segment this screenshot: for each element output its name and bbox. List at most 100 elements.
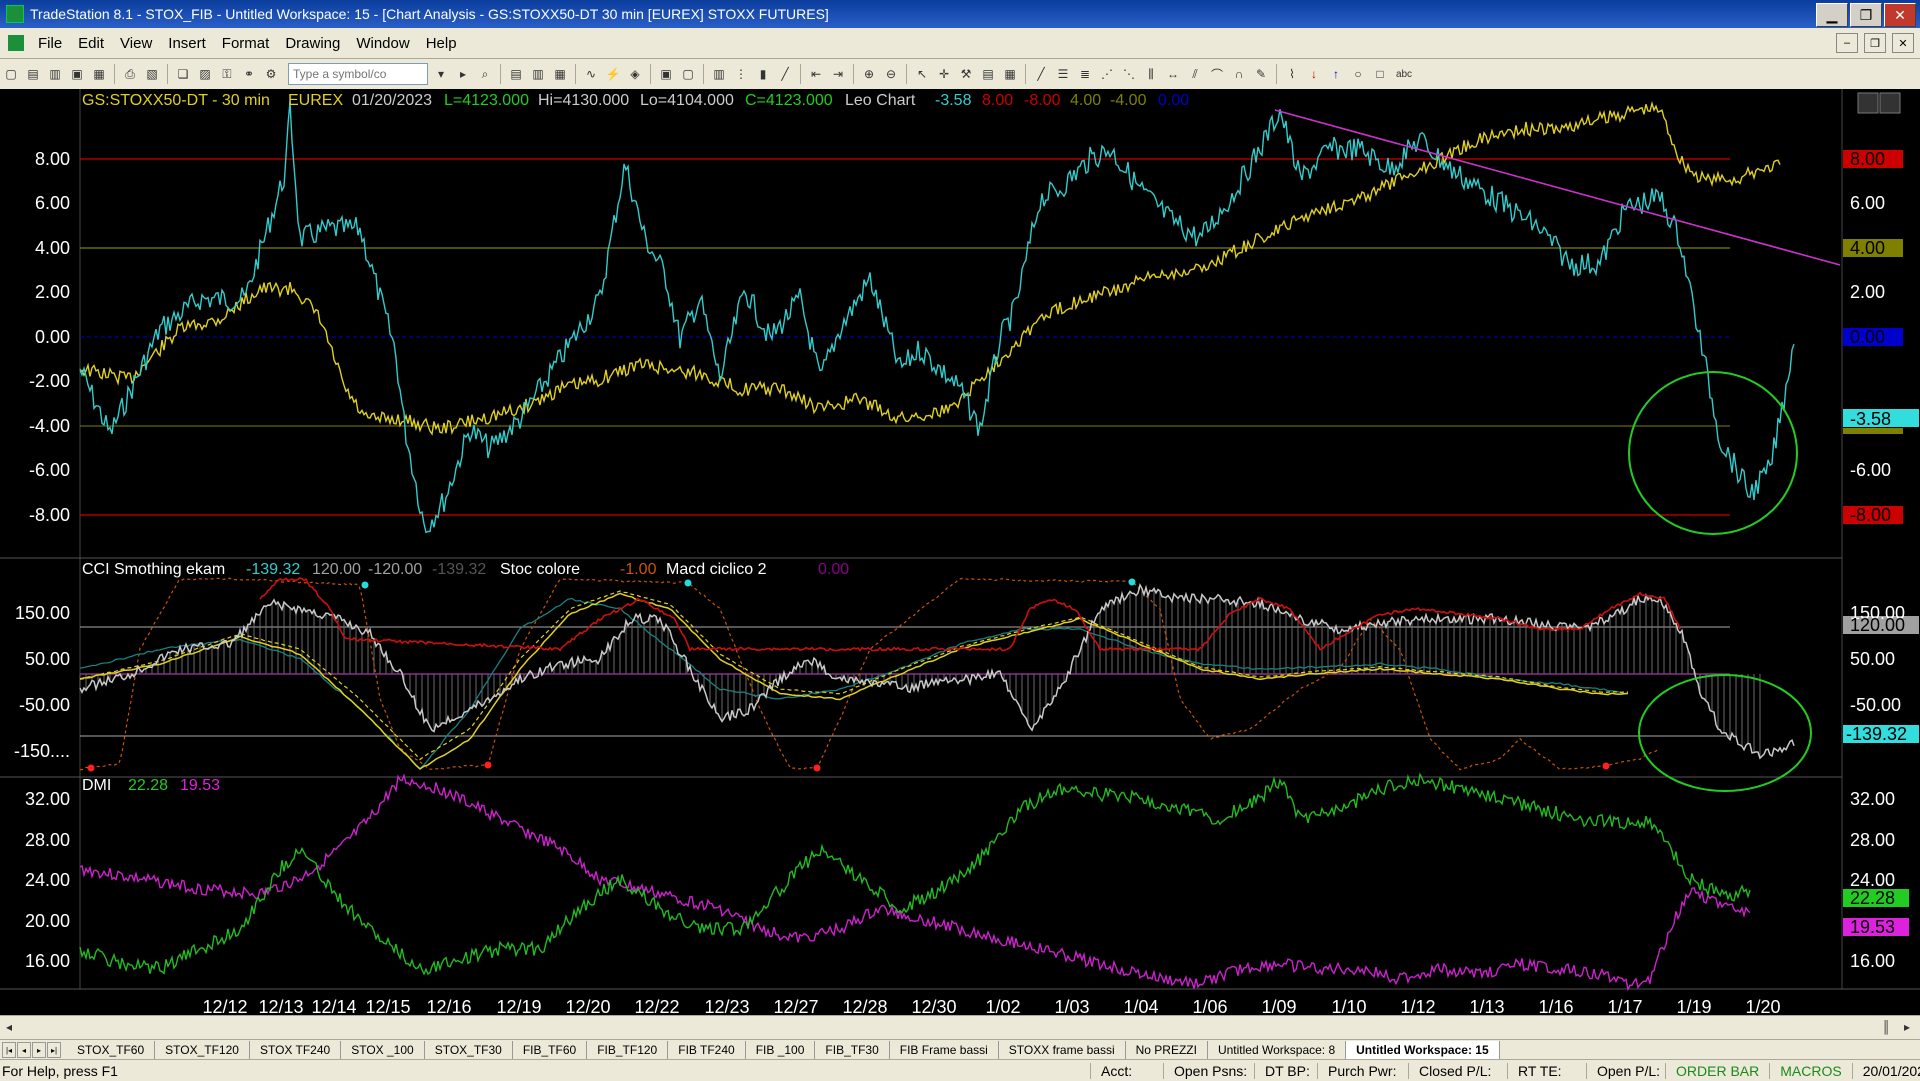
workspace-tab[interactable]: FIB_TF120: [587, 1041, 669, 1059]
link-icon[interactable]: ⚭: [240, 65, 258, 83]
chart-analysis-window[interactable]: GS:STOXX50-DT - 30 min EUREX 01/20/2023 …: [0, 89, 1920, 1017]
pencil-icon[interactable]: ✎: [1252, 65, 1270, 83]
scroll-thumb-icon[interactable]: ║: [1882, 1020, 1891, 1034]
open-icon[interactable]: ▤: [24, 65, 42, 83]
arrow-down-icon[interactable]: ↓: [1305, 65, 1323, 83]
indicator-icon[interactable]: ∿: [582, 65, 600, 83]
symbol-lookup-icon[interactable]: ⌕: [476, 65, 494, 83]
radar-screen-icon[interactable]: ▥: [529, 65, 547, 83]
x-tick-label: 12/19: [496, 997, 541, 1015]
arc-icon[interactable]: ⌒: [1208, 65, 1226, 83]
line-chart-icon[interactable]: ╱: [776, 65, 794, 83]
format-symbol-icon[interactable]: ▢: [679, 65, 697, 83]
trendline-icon[interactable]: ╱: [1032, 65, 1050, 83]
freehand-icon[interactable]: ⌇: [1283, 65, 1301, 83]
scroll-right-arrow-icon[interactable]: ▸: [1904, 1020, 1910, 1034]
pointer-icon[interactable]: ↖: [913, 65, 931, 83]
workspace-tab[interactable]: STOX TF240: [250, 1041, 342, 1059]
scroll-left-arrow-icon[interactable]: ◂: [6, 1020, 12, 1034]
cycle-icon[interactable]: ∩: [1230, 65, 1248, 83]
paste-icon[interactable]: ▨: [196, 65, 214, 83]
menu-format[interactable]: Format: [214, 35, 278, 52]
rectangle-icon[interactable]: □: [1371, 65, 1389, 83]
workspace-tab[interactable]: FIB TF240: [668, 1041, 746, 1059]
workspace-tab[interactable]: STOX _100: [341, 1041, 425, 1059]
chart-analysis-icon[interactable]: ▤: [507, 65, 525, 83]
tools-icon[interactable]: ⚒: [957, 65, 975, 83]
status-purch-pwr: Purch Pwr:: [1317, 1062, 1408, 1079]
tab-next-icon[interactable]: ▸: [32, 1042, 46, 1058]
mdi-minimize-button[interactable]: –: [1836, 33, 1858, 53]
subchart-minimize-button[interactable]: [1857, 92, 1879, 114]
tab-first-icon[interactable]: |◂: [2, 1042, 16, 1058]
workspace-tab[interactable]: STOX_TF120: [155, 1041, 250, 1059]
x-tick-label: 1/04: [1123, 997, 1158, 1015]
symbol-input[interactable]: [288, 63, 428, 85]
open-workspace-icon[interactable]: ▥: [46, 65, 64, 83]
print-preview-icon[interactable]: ▧: [143, 65, 161, 83]
workspace-tab[interactable]: Untitled Workspace: 15: [1346, 1041, 1500, 1059]
data-window-icon[interactable]: ▤: [979, 65, 997, 83]
chart-properties-icon[interactable]: ▦: [1001, 65, 1019, 83]
workspace-tab[interactable]: FIB_TF30: [815, 1041, 890, 1059]
settings-icon[interactable]: ⚙: [262, 65, 280, 83]
zoom-in-icon[interactable]: ⊕: [860, 65, 878, 83]
mdi-close-button[interactable]: ✕: [1892, 33, 1914, 53]
workspace-tab[interactable]: STOX_TF30: [425, 1041, 513, 1059]
symbol-dropdown-icon[interactable]: ▾: [432, 65, 450, 83]
workspace-tab[interactable]: FIB _100: [746, 1041, 816, 1059]
close-button[interactable]: ✕: [1884, 3, 1916, 27]
strategy-icon[interactable]: ⚡: [604, 65, 622, 83]
print-icon[interactable]: ⎙: [121, 65, 139, 83]
showme-icon[interactable]: ◈: [626, 65, 644, 83]
status-macros[interactable]: MACROS: [1769, 1062, 1851, 1079]
mdi-restore-button[interactable]: ❐: [1864, 33, 1886, 53]
menu-insert[interactable]: Insert: [160, 35, 214, 52]
chart-window-icon[interactable]: [8, 35, 24, 51]
format-window-icon[interactable]: ▣: [657, 65, 675, 83]
chart-type-icon[interactable]: ▥: [710, 65, 728, 83]
arrow-up-icon[interactable]: ↑: [1327, 65, 1345, 83]
scroll-left-icon[interactable]: ⇤: [807, 65, 825, 83]
go-arrow-icon[interactable]: ▸: [454, 65, 472, 83]
maximize-button[interactable]: ❐: [1850, 3, 1882, 27]
minimize-button[interactable]: ▁: [1816, 3, 1848, 27]
horizontal-scrollbar[interactable]: ◂ ║ ▸: [0, 1015, 1920, 1040]
copy-icon[interactable]: ❏: [174, 65, 192, 83]
menu-view[interactable]: View: [112, 35, 160, 52]
menu-edit[interactable]: Edit: [70, 35, 112, 52]
scroll-right-icon[interactable]: ⇥: [829, 65, 847, 83]
text-icon[interactable]: abc: [1393, 65, 1415, 83]
matrix-icon[interactable]: ▦: [551, 65, 569, 83]
candle-chart-icon[interactable]: ▮: [754, 65, 772, 83]
channel-icon[interactable]: ⫽: [1186, 65, 1204, 83]
gann-fan-icon[interactable]: ⋱: [1120, 65, 1138, 83]
workspace-tab[interactable]: STOXX frame bassi: [999, 1041, 1126, 1059]
menu-help[interactable]: Help: [418, 35, 465, 52]
andrews-icon[interactable]: ⫼: [1142, 65, 1160, 83]
ellipse-icon[interactable]: ○: [1349, 65, 1367, 83]
zoom-out-icon[interactable]: ⊖: [882, 65, 900, 83]
bar-chart-icon[interactable]: ⋮: [732, 65, 750, 83]
horizontal-lines-icon[interactable]: ☰: [1054, 65, 1072, 83]
save-icon[interactable]: ▣: [68, 65, 86, 83]
menu-drawing[interactable]: Drawing: [277, 35, 348, 52]
crosshair-icon[interactable]: ✛: [935, 65, 953, 83]
workspace-tab[interactable]: No PREZZI: [1126, 1041, 1208, 1059]
workspace-tab[interactable]: STOX_TF60: [67, 1041, 156, 1059]
save-workspace-icon[interactable]: ▦: [90, 65, 108, 83]
tab-last-icon[interactable]: ▸|: [47, 1042, 61, 1058]
fib-icon[interactable]: ≣: [1076, 65, 1094, 83]
status-order-bar[interactable]: ORDER BAR: [1665, 1062, 1769, 1079]
workspace-tab[interactable]: FIB Frame bassi: [890, 1041, 999, 1059]
menu-file[interactable]: File: [30, 35, 70, 52]
arrow-both-icon[interactable]: ↔: [1164, 65, 1182, 83]
tab-prev-icon[interactable]: ◂: [17, 1042, 31, 1058]
workspace-tab[interactable]: FIB_TF60: [513, 1041, 588, 1059]
speed-lines-icon[interactable]: ⋰: [1098, 65, 1116, 83]
subchart-restore-button[interactable]: [1879, 92, 1901, 114]
new-file-icon[interactable]: ▢: [2, 65, 20, 83]
lock-icon[interactable]: ⚿: [218, 65, 236, 83]
workspace-tab[interactable]: Untitled Workspace: 8: [1208, 1041, 1347, 1059]
menu-window[interactable]: Window: [348, 35, 417, 52]
